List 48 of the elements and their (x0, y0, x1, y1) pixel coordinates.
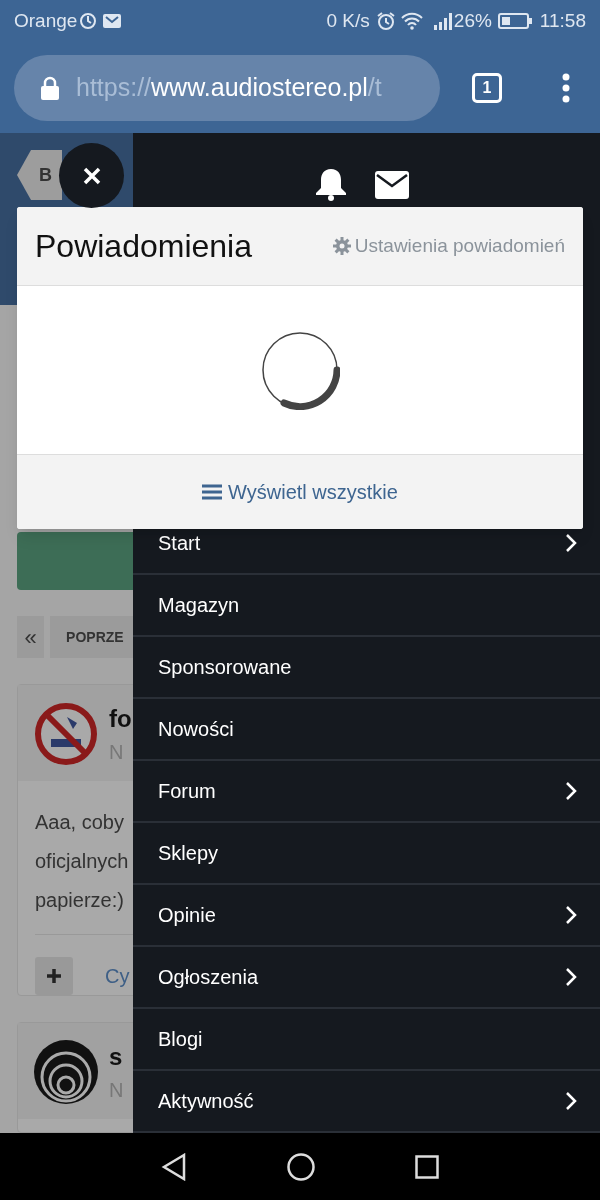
first-page-button[interactable]: « (17, 616, 45, 659)
wifi-icon (399, 12, 424, 30)
previous-page-button[interactable]: POPRZE (50, 616, 133, 659)
add-button[interactable] (35, 957, 73, 996)
bell-icon[interactable] (314, 167, 347, 201)
close-icon (82, 166, 101, 185)
popup-title: Powiadomienia (35, 227, 252, 266)
home-icon[interactable] (287, 1152, 315, 1181)
menu-item[interactable]: Sponsorowane (133, 637, 600, 699)
menu-item[interactable]: Forum (133, 761, 600, 823)
clock-time: 11:58 (539, 8, 586, 33)
list-icon (202, 484, 223, 500)
battery-percent: 26% (453, 8, 492, 33)
menu-item[interactable]: Opinie (133, 885, 600, 947)
carrier-label: Orange (14, 8, 78, 33)
menu-item[interactable]: Nowości (133, 699, 600, 761)
clock-icon (79, 12, 98, 30)
post-author[interactable]: s (109, 1039, 124, 1076)
more-options-icon[interactable] (562, 72, 570, 103)
chevron-right-icon (564, 533, 578, 553)
chevron-right-icon (564, 1091, 578, 1111)
mail-icon[interactable] (374, 171, 409, 199)
back-icon[interactable] (161, 1152, 187, 1181)
chevron-right-icon (564, 967, 578, 987)
lock-icon (40, 75, 60, 100)
menu-item[interactable]: Magazyn (133, 575, 600, 637)
chevron-right-icon (564, 781, 578, 801)
mail-icon (103, 14, 122, 28)
chevron-right-icon (564, 905, 578, 925)
recents-icon[interactable] (415, 1154, 439, 1179)
menu-item[interactable]: Sklepy (133, 823, 600, 885)
alarm-icon (375, 11, 396, 31)
battery-icon (497, 13, 532, 29)
tab-count-button[interactable]: 1 (472, 72, 502, 103)
url-text: https://www.audiostereo.pl/t (76, 71, 382, 103)
breadcrumb-tab[interactable]: B (17, 150, 62, 200)
post-text-line: papierze:) (35, 888, 125, 914)
post-text-line: Aaa, coby (35, 810, 125, 836)
menu-item[interactable]: Ogłoszenia (133, 947, 600, 1009)
post-text-line: oficjalnych (35, 849, 130, 875)
menu-item[interactable]: Blogi (133, 1009, 600, 1071)
network-speed: 0 K/s (326, 8, 370, 33)
view-all-link[interactable]: Wyświetl wszystkie (202, 477, 398, 507)
address-bar[interactable]: https://www.audiostereo.pl/t (14, 54, 440, 121)
plus-icon (47, 969, 61, 984)
post-author[interactable]: fo (109, 701, 132, 738)
signal-icon (433, 12, 454, 30)
settings-icon (332, 237, 351, 255)
